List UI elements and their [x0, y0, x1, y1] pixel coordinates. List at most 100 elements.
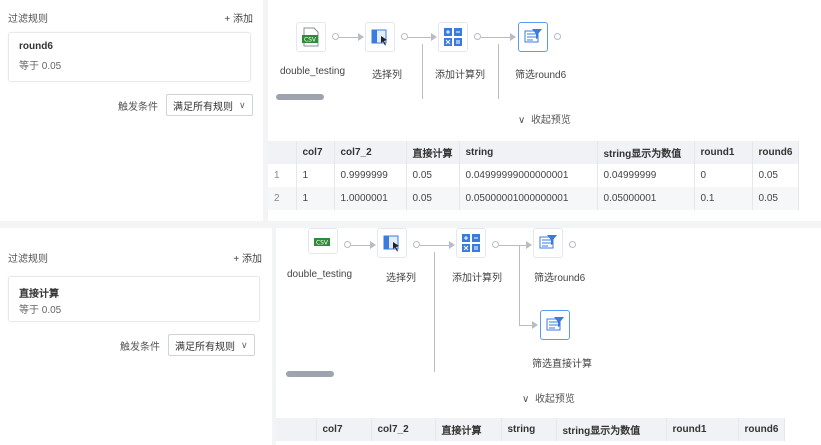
- node-csv[interactable]: CSV: [296, 22, 326, 52]
- calculator-icon: [462, 234, 480, 252]
- port-out[interactable]: [332, 33, 339, 40]
- arrow-icon: [358, 33, 364, 41]
- filter-rules-header: 过滤规则 + 添加: [8, 250, 262, 265]
- table-cell: 0.05: [752, 187, 800, 210]
- port-out[interactable]: [492, 241, 499, 248]
- svg-text:CSV: CSV: [316, 240, 329, 247]
- branch-line: [422, 44, 423, 99]
- trigger-label: 触发条件: [120, 341, 160, 353]
- column-header[interactable]: string: [459, 141, 598, 164]
- node-add-calc-column[interactable]: [438, 22, 468, 52]
- collapse-preview-button[interactable]: ∨ 收起预览: [276, 390, 821, 405]
- trigger-select[interactable]: 满足所有规则 ∨: [166, 94, 253, 116]
- horizontal-scrollbar[interactable]: [286, 371, 334, 377]
- arrow-icon: [526, 241, 532, 249]
- arrow-icon: [510, 33, 516, 41]
- csv-icon: CSV: [314, 238, 330, 247]
- table-cell: 0.05: [406, 187, 460, 210]
- filter-rules-header: 过滤规则 + 添加: [8, 10, 253, 25]
- node-filter-direct-calc[interactable]: [540, 310, 570, 340]
- node-add-calc-column[interactable]: [456, 228, 486, 258]
- node-label: double_testing: [280, 66, 346, 77]
- table-cell: 0.05000001000000001: [459, 187, 598, 210]
- port-out[interactable]: [554, 33, 561, 40]
- connector: [351, 245, 371, 246]
- port-out[interactable]: [569, 241, 576, 248]
- add-rule-button[interactable]: + 添加: [224, 10, 253, 25]
- port-out[interactable]: [474, 33, 481, 40]
- add-rule-button[interactable]: + 添加: [233, 250, 262, 265]
- node-filter-round6[interactable]: [533, 228, 563, 258]
- node-label: 筛选直接计算: [532, 359, 592, 370]
- node-label: 添加计算列: [452, 273, 502, 284]
- table-row: 2 1 1.0000001 0.05 0.05000001000000001 0…: [268, 187, 800, 210]
- chevron-down-icon: ∨: [522, 394, 530, 405]
- table-cell: 0.04999999: [597, 164, 695, 187]
- table-cell: 0.04999999000000001: [459, 164, 598, 187]
- chevron-down-icon: ∨: [239, 99, 246, 110]
- branch-line: [519, 245, 520, 326]
- column-header[interactable]: string: [501, 418, 557, 441]
- index-header: [268, 141, 297, 164]
- node-csv[interactable]: CSV: [308, 228, 338, 254]
- horizontal-scrollbar[interactable]: [276, 94, 324, 100]
- column-header[interactable]: string显示为数值: [556, 418, 667, 441]
- port-out[interactable]: [344, 241, 351, 248]
- arrow-icon: [370, 241, 376, 249]
- trigger-select[interactable]: 满足所有规则 ∨: [168, 334, 255, 356]
- column-header[interactable]: col7: [316, 418, 372, 441]
- arrow-icon: [532, 321, 538, 329]
- column-header[interactable]: col7_2: [334, 141, 407, 164]
- calculator-icon: [444, 28, 462, 46]
- column-header[interactable]: col7_2: [371, 418, 436, 441]
- node-filter-round6[interactable]: [518, 22, 548, 52]
- column-header[interactable]: string显示为数值: [597, 141, 695, 164]
- table-cell: 1.0000001: [334, 187, 407, 210]
- column-header[interactable]: col7: [296, 141, 335, 164]
- connector: [420, 245, 450, 246]
- column-header[interactable]: 直接计算: [406, 141, 460, 164]
- connector: [481, 37, 511, 38]
- connector: [499, 245, 527, 246]
- port-out[interactable]: [401, 33, 408, 40]
- table-cell: 1: [296, 187, 335, 210]
- filter-icon: [539, 235, 557, 249]
- column-header[interactable]: round1: [666, 418, 739, 441]
- node-label: 添加计算列: [435, 70, 485, 81]
- bottom-flow-canvas[interactable]: CSV double_testing 选择列 添加计算列 筛选round6 筛选…: [276, 228, 821, 378]
- svg-text:CSV: CSV: [304, 37, 317, 44]
- trigger-label: 触发条件: [118, 101, 158, 113]
- table-cell: 0.9999999: [334, 164, 407, 187]
- arrow-icon: [431, 33, 437, 41]
- preview-table: col7 col7_2 直接计算 string string显示为数值 roun…: [268, 141, 800, 210]
- port-out[interactable]: [413, 241, 420, 248]
- bottom-data-preview: ∨ 收起预览 col7 col7_2 直接计算 string string显示为…: [276, 378, 821, 445]
- column-header[interactable]: 直接计算: [435, 418, 502, 441]
- rule-card[interactable]: 直接计算 等于 0.05: [8, 276, 260, 322]
- chevron-down-icon: ∨: [241, 339, 248, 350]
- table-header-row: col7 col7_2 直接计算 string string显示为数值 roun…: [268, 141, 800, 164]
- trigger-condition: 触发条件 满足所有规则 ∨: [118, 94, 253, 116]
- top-filter-panel: 过滤规则 + 添加 round6 等于 0.05 触发条件 满足所有规则 ∨: [0, 0, 263, 221]
- column-header[interactable]: round6: [738, 418, 786, 441]
- collapse-preview-label: 收起预览: [534, 394, 575, 405]
- rule-card[interactable]: round6 等于 0.05: [8, 32, 251, 82]
- table-row: 1 1 0.9999999 0.05 0.04999999000000001 0…: [268, 164, 800, 187]
- node-select-columns[interactable]: [377, 228, 407, 258]
- filter-rules-title: 过滤规则: [8, 13, 48, 25]
- table-cell: 0.1: [694, 187, 753, 210]
- node-select-columns[interactable]: [365, 22, 395, 52]
- column-header[interactable]: round1: [694, 141, 753, 164]
- table-cell: 0.05: [752, 164, 800, 187]
- trigger-condition: 触发条件 满足所有规则 ∨: [120, 334, 255, 356]
- connector: [519, 325, 533, 326]
- chevron-down-icon: ∨: [518, 115, 526, 126]
- table-cell: 1: [296, 164, 335, 187]
- filter-icon: [546, 317, 564, 331]
- top-flow-canvas[interactable]: CSV double_testing 选择列 添加计算列 筛选round6: [268, 0, 821, 103]
- column-header[interactable]: round6: [752, 141, 800, 164]
- table-cell: 1: [268, 164, 297, 187]
- collapse-preview-button[interactable]: ∨ 收起预览: [268, 111, 821, 126]
- node-label: double_testing: [287, 269, 353, 280]
- rule-field-name: round6: [19, 41, 53, 52]
